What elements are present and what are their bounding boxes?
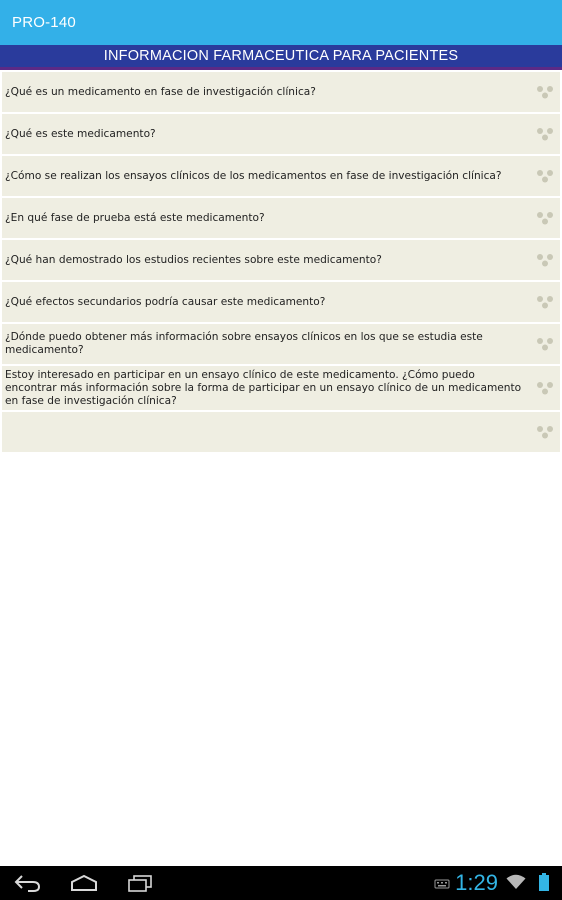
list-item[interactable]: Estoy interesado en participar en un ens… [2, 366, 560, 412]
dots-icon [536, 295, 554, 309]
dots-icon [536, 337, 554, 351]
list-item[interactable]: ¿Qué efectos secundarios podría causar e… [2, 282, 560, 324]
app-title: PRO-140 [12, 14, 76, 31]
list-item-label: ¿Qué es un medicamento en fase de invest… [5, 85, 316, 98]
list-item-label: Estoy interesado en participar en un ens… [5, 368, 522, 407]
list-item-label: ¿Cómo se realizan los ensayos clínicos d… [5, 169, 502, 182]
app-bar: PRO-140 [0, 0, 562, 45]
section-header: INFORMACION FARMACEUTICA PARA PACIENTES [0, 45, 562, 70]
list-item[interactable]: ¿Qué han demostrado los estudios recient… [2, 240, 560, 282]
dots-icon [536, 169, 554, 183]
list-item-label: ¿Qué es este medicamento? [5, 127, 156, 140]
list-item[interactable]: ¿Dónde puedo obtener más información sob… [2, 324, 560, 366]
back-icon[interactable] [8, 871, 48, 895]
status-clock: 1:29 [455, 870, 498, 895]
section-title: INFORMACION FARMACEUTICA PARA PACIENTES [103, 48, 459, 64]
list-item-label: ¿Qué efectos secundarios podría causar e… [5, 295, 326, 308]
list-item-label: ¿Dónde puedo obtener más información sob… [5, 331, 483, 356]
dots-icon [536, 85, 554, 99]
home-icon[interactable] [64, 871, 104, 895]
system-nav-bar: 1:29 [0, 866, 562, 900]
dots-icon [536, 211, 554, 225]
list-item[interactable]: ¿Qué es un medicamento en fase de invest… [2, 72, 560, 114]
recent-apps-icon[interactable] [120, 871, 160, 895]
list-item-label: ¿Qué han demostrado los estudios recient… [5, 253, 382, 266]
wifi-icon [506, 874, 526, 894]
battery-icon [538, 873, 550, 896]
dots-icon [536, 253, 554, 267]
list-item[interactable]: ¿En qué fase de prueba está este medicam… [2, 198, 560, 240]
dots-icon [536, 425, 554, 439]
question-list: ¿Qué es un medicamento en fase de invest… [2, 72, 560, 454]
list-item[interactable]: ¿Cómo se realizan los ensayos clínicos d… [2, 156, 560, 198]
list-item[interactable] [2, 412, 560, 454]
keyboard-icon [434, 875, 450, 894]
list-item-label: ¿En qué fase de prueba está este medicam… [5, 211, 265, 224]
dots-icon [536, 381, 554, 395]
list-item[interactable]: ¿Qué es este medicamento? [2, 114, 560, 156]
dots-icon [536, 127, 554, 141]
